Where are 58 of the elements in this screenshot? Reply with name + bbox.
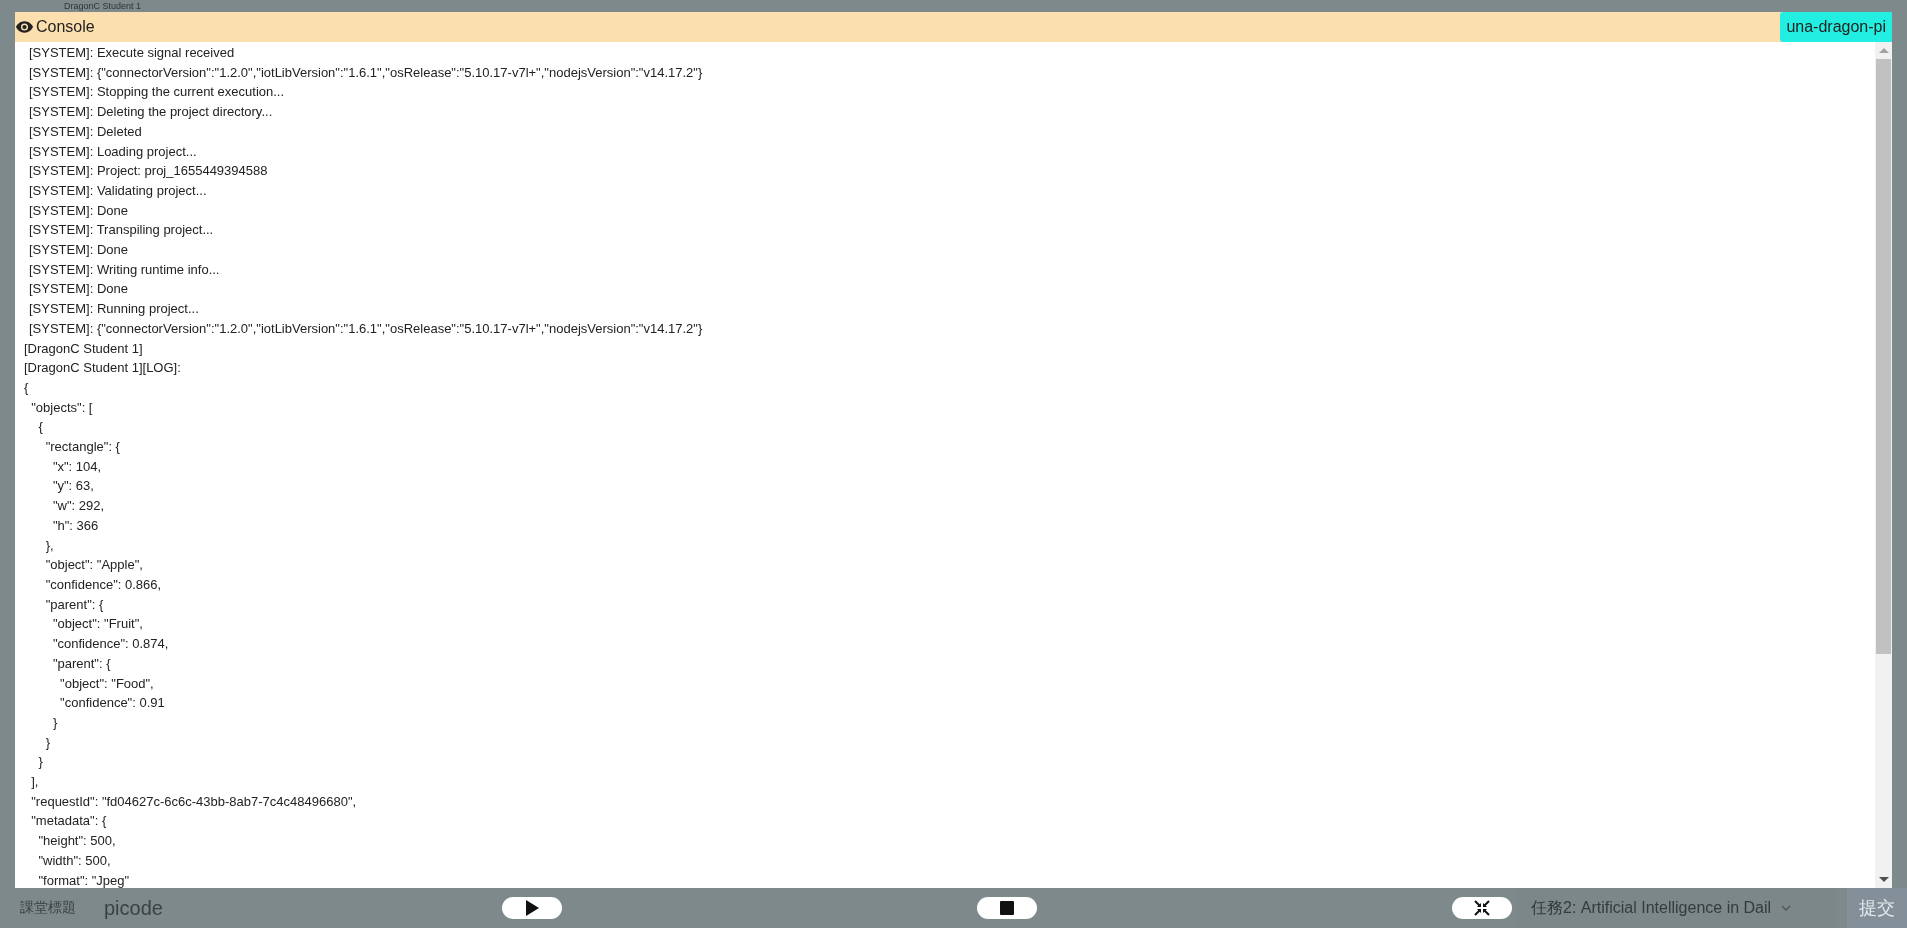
log-line: [SYSTEM]: Deleted [28, 122, 142, 141]
log-line: "width": 500, [37, 851, 111, 870]
log-line: [SYSTEM]: Transpiling project... [28, 221, 214, 240]
log-line: ], [30, 773, 39, 791]
log-line: [SYSTEM]: {"connectorVersion":"1.2.0","iotLibVersion":"1.6.1","osRelease":"5.10.17-v7l+","nodejsVersion":"v14.17.2"} [28, 319, 703, 338]
log-line: }, [44, 536, 54, 555]
lesson-title: 課堂標題 [20, 899, 76, 917]
submit-button[interactable]: 提交 [1847, 888, 1907, 928]
project-name: picode [104, 896, 163, 920]
log-line: [SYSTEM]: Done [28, 280, 128, 299]
log-line: [SYSTEM]: Loading project... [28, 142, 197, 161]
log-line: [SYSTEM]: Project: proj_1655449394588 [28, 162, 268, 181]
console-title: Console [36, 18, 95, 36]
log-line: [SYSTEM]: Stopping the current execution... [28, 83, 285, 102]
log-line: [SYSTEM]: Writing runtime info... [28, 260, 220, 279]
log-line: { [23, 378, 29, 397]
log-line: "object": "Apple", [44, 556, 143, 575]
log-line: "confidence": 0.874, [51, 635, 169, 654]
log-line: "confidence": 0.866, [44, 576, 162, 594]
stop-icon [1000, 901, 1014, 915]
log-line: "metadata": { [30, 812, 107, 831]
scrollbar[interactable] [1875, 42, 1892, 888]
log-line: "y": 63, [51, 477, 94, 496]
log-line: "w": 292, [51, 497, 105, 516]
log-line: "object": "Food", [59, 674, 154, 693]
log-line: "confidence": 0.91 [59, 694, 165, 713]
log-line: } [37, 753, 43, 772]
play-icon [525, 900, 539, 916]
collapse-icon [1474, 900, 1490, 916]
log-line: } [51, 713, 58, 732]
log-line: [DragonC Student 1] [23, 339, 143, 358]
log-line: "objects": [ [30, 398, 93, 417]
log-line: [SYSTEM]: Deleting the project directory... [28, 103, 273, 122]
log-line: } [44, 733, 50, 752]
chevron-down-icon [1781, 905, 1792, 911]
log-line: [SYSTEM]: Done [28, 201, 128, 220]
log-line: [SYSTEM]: {"connectorVersion":"1.2.0","iotLibVersion":"1.6.1","osRelease":"5.10.17-v7l+","nodejsVersion":"v14.17.2"} [28, 63, 703, 82]
log-line: [SYSTEM]: Validating project... [28, 181, 207, 200]
collapse-button[interactable] [1452, 897, 1512, 919]
log-line: [SYSTEM]: Execute signal received [28, 44, 235, 62]
log-line: "parent": { [44, 595, 104, 614]
log-line: [DragonC Student 1][LOG]: [23, 359, 181, 378]
log-line: "height": 500, [37, 832, 116, 851]
eye-icon [16, 21, 33, 33]
log-line: "requestId": "fd04627c-6c6c-43bb-8ab7-7c4c48496680", [30, 792, 357, 811]
device-tag: una-dragon-pi [1780, 12, 1892, 42]
log-line: "object": "Fruit", [51, 615, 143, 634]
log-line: "h": 366 [51, 516, 99, 535]
play-button[interactable] [502, 897, 562, 919]
log-line: { [37, 418, 43, 437]
log-line: [SYSTEM]: Done [28, 241, 128, 260]
log-line: "x": 104, [51, 457, 102, 476]
log-line: "parent": { [51, 654, 111, 673]
log-line: "format": "Jpeg" [37, 871, 130, 888]
log-line: "rectangle": { [44, 438, 120, 457]
log-line: [SYSTEM]: Running project... [28, 300, 199, 319]
stop-button[interactable] [977, 897, 1037, 919]
page-title: DragonC Student 1 [64, 0, 142, 12]
